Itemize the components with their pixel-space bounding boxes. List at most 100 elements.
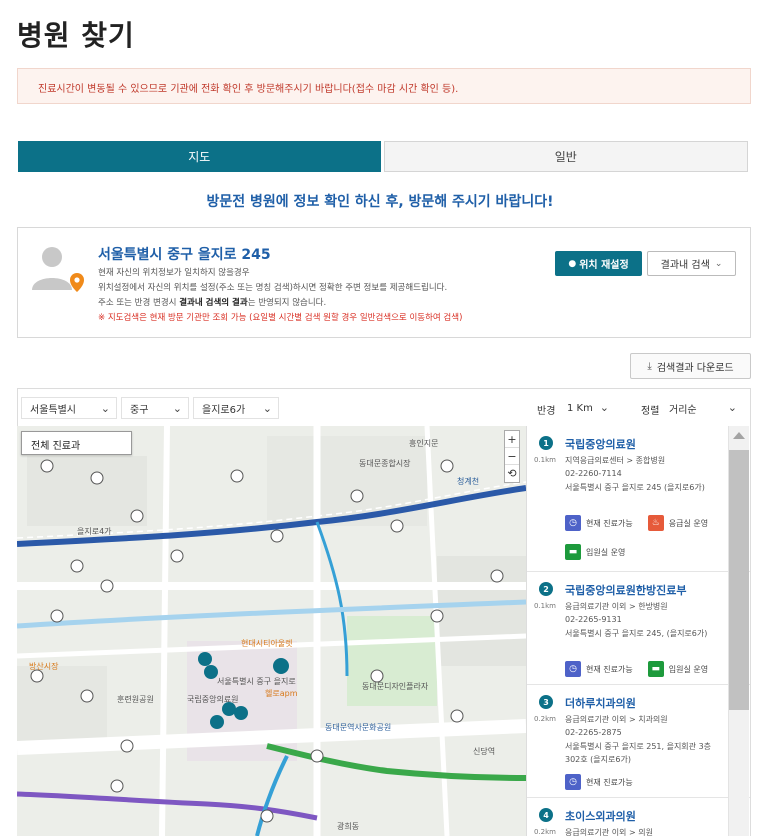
district-value: 중구 [130,404,149,416]
chevron-down-icon: ⌄ [172,402,182,415]
map-label: 신당역 [473,747,496,756]
result-phone: 02-2265-9131 [565,615,622,624]
scroll-up-icon[interactable] [733,432,745,439]
result-badges: ◷ 현재 진료가능 ♨ 응급실 운영 ▬ 입원실 운영 [565,510,725,568]
open-now-badge: ◷ 현재 진료가능 [565,515,633,531]
reset-location-button[interactable]: ● 위치 재설정 [555,251,642,276]
map-label: 동대문종합시장 [359,459,411,468]
badge-label: 현재 진료가능 [586,777,633,787]
result-item[interactable]: 3 0.2km 더하루치과의원 응급의료기관 이외 > 치과의원 02-2265… [527,685,750,798]
location-help-1: 현재 자신의 위치정보가 일치하지 않을경우 [98,268,250,278]
dong-select[interactable]: 을지로6가 ⌄ [193,397,279,419]
location-warning: ※ 지도검색은 현재 방문 기관만 조회 가능 (요일별 시간별 검색 원할 경… [98,313,463,323]
result-number: 1 [539,436,553,450]
map-label: 광희동 [337,822,360,831]
dong-value: 을지로6가 [202,404,246,416]
result-item[interactable]: 1 0.1km 국립중앙의료원 지역응급의료센터 > 종합병원 02-2260-… [527,426,750,572]
pin-icon: ● [568,258,577,269]
ward-badge: ▬ 입원실 운영 [647,661,709,677]
location-help-3-post: 는 반영되지 않습니다. [247,298,327,308]
tab-map[interactable]: 지도 [18,141,381,172]
result-item[interactable]: 2 0.1km 국립중앙의료원한방진료부 응급의료기관 이외 > 한방병원 02… [527,572,750,685]
city-value: 서울특별시 [30,404,76,416]
city-select[interactable]: 서울특별시 ⌄ [21,397,117,419]
location-help-3: 주소 또는 반경 변경시 결과내 검색의 결과는 반영되지 않습니다. [98,296,326,308]
er-badge: ♨ 응급실 운영 [647,515,709,531]
download-results-button[interactable]: ⤓ 검색결과 다운로드 [630,353,751,379]
result-category: 지역응급의료센터 > 종합병원 [565,456,666,465]
zoom-out-button[interactable]: − [505,448,519,465]
map-label: 방산시장 [29,662,59,671]
result-number: 2 [539,582,553,596]
department-filter[interactable]: 전체 진료과 [21,431,132,455]
user-location-icon [30,242,86,298]
result-category: 응급의료기관 이외 > 한방병원 [565,602,668,611]
result-name[interactable]: 초이스외과의원 [565,808,636,824]
radius-value: 1 Km [567,402,593,414]
result-number: 4 [539,808,553,822]
page-title: 병원 찾기 [17,19,135,52]
result-distance: 0.1km [534,456,557,464]
map-label: 현대시티아울렛 [241,639,293,648]
map-label: 헬로apm [265,689,298,698]
badge-label: 현재 진료가능 [586,664,633,674]
bed-icon: ▬ [647,661,664,677]
sort-select[interactable]: 거리순 ⌄ [661,397,743,419]
result-name[interactable]: 국립중앙의료원한방진료부 [565,582,686,598]
badge-label: 응급실 운영 [668,518,709,528]
badge-label: 현재 진료가능 [586,518,633,528]
badge-label: 입원실 운영 [668,664,709,674]
download-label: 검색결과 다운로드 [656,362,734,374]
search-in-results-label: 결과내 검색 [660,260,710,271]
clock-icon: ◷ [565,774,581,790]
result-category: 응급의료기관 이외 > 치과의원 [565,715,668,724]
guide-text: 방문전 병원에 정보 확인 하신 후, 방문해 주시기 바랍니다! [206,194,554,210]
open-now-badge: ◷ 현재 진료가능 [565,774,633,790]
result-name[interactable]: 국립중앙의료원 [565,436,636,452]
result-address: 서울특별시 중구 을지로 245 (을지로6가) [565,483,705,492]
result-badges: ◷ 현재 진료가능 ▬ 입원실 운영 [565,656,725,685]
siren-icon: ♨ [647,515,664,531]
results-scrollbar[interactable] [728,426,749,836]
map-label: 서울특별시 중구 을지로 [217,677,296,686]
result-name[interactable]: 더하루치과의원 [565,695,636,711]
result-item[interactable]: 4 0.2km 초이스외과의원 응급의료기관 이외 > 의원 [527,798,750,836]
map-view[interactable]: 서울특별시 중구 을지로 동대문종합시장 동대문역사문화공원 국립중앙의료원 훈… [17,426,526,836]
district-select[interactable]: 중구 ⌄ [121,397,189,419]
location-help-2: 위치설정에서 자신의 위치를 설정(주소 또는 명칭 검색)하시면 정확한 주변… [98,283,448,293]
view-tabs: 지도 일반 [18,141,748,172]
chevron-down-icon: ⌄ [262,402,272,415]
scroll-thumb[interactable] [729,450,749,710]
reset-location-label: 위치 재설정 [579,260,629,271]
zoom-in-button[interactable]: + [505,431,519,448]
map-canvas [17,426,526,836]
clock-icon: ◷ [565,515,581,531]
sort-value: 거리순 [669,404,697,416]
result-address: 서울특별시 중구 을지로 245, (을지로6가) [565,629,708,638]
reset-map-icon[interactable]: ⟲ [505,465,519,482]
result-phone: 02-2265-2875 [565,728,622,737]
zoom-control: + − ⟲ [504,430,520,483]
chevron-down-icon: ⌄ [727,401,737,414]
open-now-badge: ◷ 현재 진료가능 [565,661,633,677]
radius-select[interactable]: 1 Km ⌄ [559,397,615,419]
map-label: 동대문역사문화공원 [325,723,392,732]
result-distance: 0.2km [534,828,557,836]
result-category: 응급의료기관 이외 > 의원 [565,828,653,836]
notice-banner: 진료시간이 변동될 수 있으므로 기관에 전화 확인 후 방문해주시기 바랍니다… [17,68,751,104]
result-phone: 02-2260-7114 [565,469,622,478]
result-distance: 0.1km [534,602,557,610]
result-distance: 0.2km [534,715,557,723]
filter-bar: 서울특별시 ⌄ 중구 ⌄ 을지로6가 ⌄ 반경 1 Km ⌄ 정렬 거리순 ⌄ [17,388,751,426]
search-in-results-button[interactable]: 결과내 검색 ⌄ [647,251,736,276]
map-label: 을지로4가 [77,527,112,536]
map-label: 국립중앙의료원 [187,695,239,704]
location-help-3-bold: 결과내 검색의 결과 [179,298,248,308]
result-badges: ◷ 현재 진료가능 [565,769,725,798]
download-icon: ⤓ [647,360,652,372]
location-box: 서울특별시 중구 을지로 245 현재 자신의 위치정보가 일치하지 않을경우 … [17,227,751,338]
tab-general[interactable]: 일반 [383,141,748,172]
map-label: 흥인지문 [409,439,439,448]
clock-icon: ◷ [565,661,581,677]
current-address: 서울특별시 중구 을지로 245 [98,247,271,263]
